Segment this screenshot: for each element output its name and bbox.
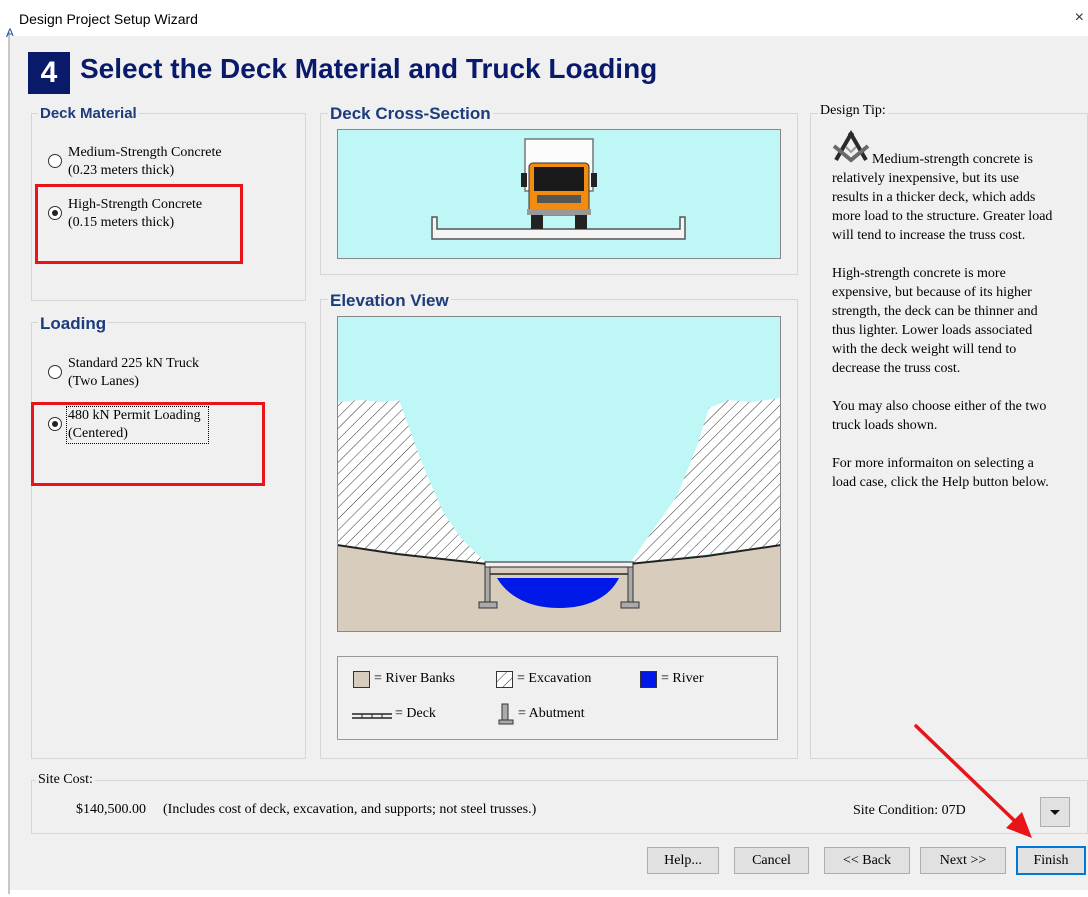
legend-label-abutment: = Abutment	[518, 706, 585, 721]
legend-label-river-banks: = River Banks	[374, 671, 455, 686]
page-title: Select the Deck Material and Truck Loadi…	[80, 53, 658, 84]
tip-line: decrease the truss cost.	[832, 361, 961, 376]
tip-line: more load to the structure. Greater load	[832, 209, 1053, 224]
radio-button[interactable]	[48, 154, 62, 168]
annotation-highlight-box	[35, 184, 243, 264]
site-condition-dropdown[interactable]	[1040, 797, 1070, 827]
legend-label-excavation: = Excavation	[517, 671, 592, 686]
loading-title: Loading	[38, 314, 109, 334]
radio-button[interactable]	[48, 365, 62, 379]
radio-standard-truck[interactable]: Standard 225 kN Truck (Two Lanes)	[48, 355, 248, 395]
back-button[interactable]: << Back	[824, 847, 910, 874]
annotation-highlight-box	[31, 402, 265, 486]
legend-swatch-deck	[352, 713, 392, 719]
window-title: Design Project Setup Wizard	[19, 11, 198, 27]
elevation-title: Elevation View	[328, 291, 451, 311]
tip-line: High-strength concrete is more	[832, 266, 1006, 281]
site-cost-label: Site Cost:	[36, 772, 95, 788]
radio-label-line1: Medium-Strength Concrete	[68, 145, 222, 160]
cross-section-image	[337, 129, 781, 259]
tip-line: will tend to increase the truss cost.	[832, 228, 1026, 243]
site-cost-note: (Includes cost of deck, excavation, and …	[163, 802, 537, 817]
tip-line: truck loads shown.	[832, 418, 938, 433]
next-button[interactable]: Next >>	[920, 847, 1006, 874]
tip-line: Medium-strength concrete is	[872, 152, 1033, 167]
tip-line: relatively inexpensive, but its use	[832, 171, 1020, 186]
elevation-view-image	[337, 316, 781, 632]
legend-swatch-excavation	[496, 671, 513, 688]
tip-line: expensive, but because of its higher	[832, 285, 1032, 300]
help-button[interactable]: Help...	[647, 847, 719, 874]
cross-section-title: Deck Cross-Section	[328, 104, 493, 124]
radio-label-line2: (Two Lanes)	[68, 374, 139, 389]
site-cost-value: $140,500.00	[76, 802, 146, 817]
legend-swatch-river	[640, 671, 657, 688]
chevron-down-icon	[1050, 810, 1060, 815]
tip-line: strength, the deck can be thinner and	[832, 304, 1038, 319]
tip-line: For more informaiton on selecting a	[832, 456, 1034, 471]
elevation-legend	[337, 656, 778, 740]
tip-line: load case, click the Help button below.	[832, 475, 1049, 490]
radio-label-line1: Standard 225 kN Truck	[68, 356, 200, 371]
design-tip-text: Medium-strength concrete is relatively i…	[832, 150, 1082, 492]
legend-swatch-river-banks	[353, 671, 370, 688]
step-number-badge: 4	[28, 52, 70, 94]
radio-medium-strength[interactable]: Medium-Strength Concrete (0.23 meters th…	[48, 144, 248, 184]
finish-button[interactable]: Finish	[1016, 846, 1086, 875]
radio-label-line2: (0.23 meters thick)	[68, 163, 175, 178]
close-icon[interactable]: ×	[1075, 9, 1084, 27]
annotation-arrow	[914, 724, 1032, 838]
deck-material-title: Deck Material	[38, 105, 139, 122]
tip-line: You may also choose either of the two	[832, 399, 1047, 414]
cancel-button[interactable]: Cancel	[734, 847, 809, 874]
tip-line: results in a thicker deck, which adds	[832, 190, 1036, 205]
legend-label-deck: = Deck	[395, 706, 436, 721]
legend-swatch-abutment	[498, 703, 514, 725]
tip-line: thus lighter. Lower loads associated	[832, 323, 1033, 338]
design-tip-title: Design Tip:	[818, 103, 888, 119]
legend-label-river: = River	[661, 671, 704, 686]
tip-line: with the deck weight will tend to	[832, 342, 1017, 357]
